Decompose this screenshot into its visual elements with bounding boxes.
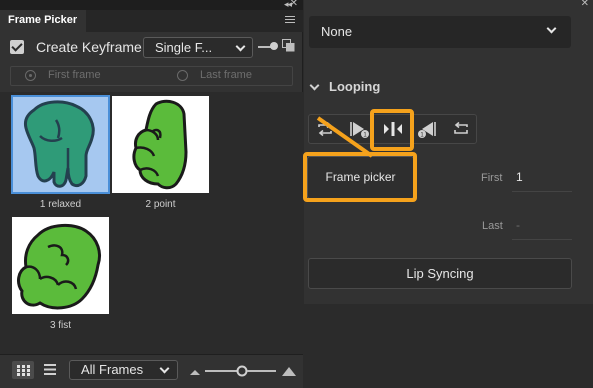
looping-label: Looping xyxy=(329,79,381,94)
loop-reverse-button[interactable] xyxy=(447,115,475,143)
close-panel-icon[interactable]: ✕ xyxy=(290,0,298,9)
grid-dot xyxy=(17,365,20,368)
grid-dot xyxy=(22,369,25,372)
sync-toggle-knob[interactable] xyxy=(270,42,278,50)
frame-range-row: First frame Last frame xyxy=(10,66,293,86)
keyframe-mode-value: Single F... xyxy=(155,40,213,55)
thumbnail-label: 3 fist xyxy=(49,320,72,331)
grid-dot xyxy=(17,373,20,376)
tab-row: Frame Picker xyxy=(0,10,303,32)
looping-section-header[interactable]: Looping xyxy=(308,79,508,97)
first-frame-label: First frame xyxy=(48,69,101,81)
play-once-reverse-icon: 1 xyxy=(418,122,436,138)
panel-menu-icon[interactable] xyxy=(285,16,295,25)
frames-filter-value: All Frames xyxy=(81,362,144,377)
list-view-button[interactable] xyxy=(44,364,56,375)
fist-hand-icon xyxy=(17,224,101,310)
relaxed-hand-icon xyxy=(24,100,95,188)
frame-picker-button[interactable]: Frame picker xyxy=(307,156,414,199)
chevron-down-icon xyxy=(546,23,557,34)
properties-panel-empty-area xyxy=(304,304,593,388)
frame-picker-panel: ◂◂ ✕ Frame Picker Create Keyframe Single… xyxy=(0,0,303,388)
grid-dot xyxy=(22,373,25,376)
grid-dot xyxy=(27,365,30,368)
play-once-button[interactable]: 1 xyxy=(345,115,373,143)
first-field-label: First xyxy=(481,172,503,184)
loop-icon xyxy=(318,121,332,137)
first-frame-field[interactable]: 1 xyxy=(512,168,572,192)
play-once-icon: 1 xyxy=(350,122,369,138)
grid-view-button[interactable] xyxy=(12,361,34,379)
grid-dot xyxy=(27,369,30,372)
thumbnail-label: 1 relaxed xyxy=(39,199,82,210)
frame-thumbnail-fist[interactable] xyxy=(12,217,109,314)
loop-button[interactable] xyxy=(311,115,339,143)
frames-filter-select[interactable]: All Frames xyxy=(69,360,178,380)
large-mountain-icon xyxy=(282,367,296,376)
grid-dot xyxy=(22,365,25,368)
frame-thumbnail-relaxed[interactable] xyxy=(11,95,110,194)
single-frame-icon xyxy=(384,122,402,136)
chevron-down-icon xyxy=(309,80,320,91)
panel-title-strip: ◂◂ ✕ xyxy=(0,0,303,10)
grid-dot xyxy=(17,369,20,372)
last-frame-radio[interactable] xyxy=(177,70,188,81)
tab-frame-picker[interactable]: Frame Picker xyxy=(0,10,86,32)
single-frame-button[interactable] xyxy=(379,115,407,143)
symbol-dropdown-value: None xyxy=(321,24,353,39)
keyframe-mode-select[interactable]: Single F... xyxy=(143,37,253,58)
loop-reverse-icon xyxy=(454,121,468,134)
symbol-dropdown[interactable]: None xyxy=(309,16,571,48)
duplicate-icon[interactable] xyxy=(282,39,295,52)
loop-mode-buttons: 1 1 xyxy=(308,114,477,144)
slider-thumb xyxy=(236,365,248,377)
close-icon[interactable]: ✕ xyxy=(581,0,589,9)
thumbnail-label: 2 point xyxy=(145,199,176,210)
pointing-hand-icon xyxy=(132,99,188,190)
lip-syncing-button[interactable]: Lip Syncing xyxy=(308,258,572,289)
create-keyframe-label: Create Keyframe xyxy=(36,39,142,55)
last-frame-field[interactable]: - xyxy=(512,216,572,240)
last-frame-label: Last frame xyxy=(200,69,252,81)
create-keyframe-checkbox[interactable] xyxy=(10,40,24,54)
frame-thumbnail-point[interactable] xyxy=(112,96,209,193)
last-field-label: Last xyxy=(482,220,503,232)
first-frame-radio[interactable] xyxy=(25,70,36,81)
chevron-down-icon xyxy=(159,363,170,374)
thumbnail-size-slider[interactable] xyxy=(190,365,298,377)
properties-panel: ✕ None Looping 1 1 Frame picker First 1 … xyxy=(304,0,593,304)
play-once-reverse-button[interactable]: 1 xyxy=(413,115,441,143)
frame-picker-footer: All Frames xyxy=(0,354,303,388)
small-mountain-icon xyxy=(190,370,200,375)
chevron-down-icon xyxy=(235,41,246,52)
frame-thumbnail-grid: 1 relaxed 2 point 3 fist xyxy=(0,92,303,354)
grid-dot xyxy=(27,373,30,376)
create-keyframe-row: Create Keyframe Single F... xyxy=(10,37,300,58)
